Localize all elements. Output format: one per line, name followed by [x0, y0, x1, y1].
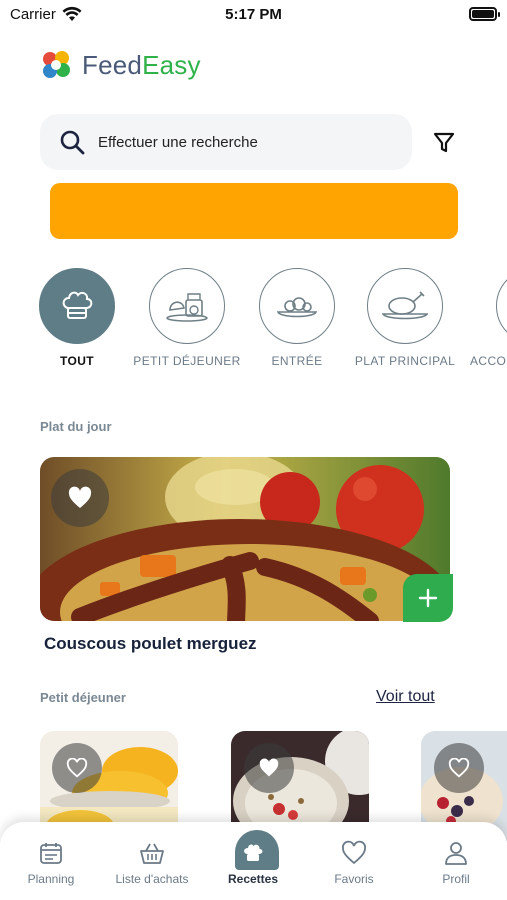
category-entree[interactable]: ENTRÉE	[242, 266, 352, 368]
app-logo: FeedEasy	[38, 46, 201, 84]
category-accompagnement[interactable]: ACCO	[458, 266, 507, 368]
breakfast-icon	[166, 293, 208, 322]
category-label: PLAT PRINCIPAL	[354, 354, 456, 368]
category-label: ENTRÉE	[271, 354, 323, 368]
category-tout[interactable]: TOUT	[22, 266, 132, 368]
category-breakfast-circle	[149, 268, 225, 344]
dish-name[interactable]: Couscous poulet merguez	[44, 634, 257, 654]
category-petit-dejeuner[interactable]: PETIT DÉJEUNER	[132, 266, 242, 368]
battery-icon	[469, 7, 500, 21]
chef-hat-icon	[62, 291, 93, 319]
search-bar[interactable]	[40, 114, 412, 170]
category-label: PETIT DÉJEUNER	[133, 354, 241, 368]
category-label: ACCO	[470, 354, 507, 368]
heart-icon	[342, 840, 366, 865]
tab-label: Favoris	[334, 872, 374, 886]
heart-outline-icon	[66, 758, 88, 778]
section-title-plat-du-jour: Plat du jour	[40, 419, 112, 434]
category-plat-principal[interactable]: PLAT PRINCIPAL	[350, 266, 460, 368]
tab-label: Planning	[27, 872, 75, 886]
tab-recipes[interactable]: Recettes	[203, 830, 303, 886]
category-carousel[interactable]: TOUT PETIT DÉJEUNER ENTRÉE PLAT PRINCIPA…	[0, 266, 507, 376]
tab-shopping-list[interactable]: Liste d'achats	[102, 840, 202, 886]
tab-label: Liste d'achats	[115, 872, 189, 886]
tab-favorites[interactable]: Favoris	[304, 840, 404, 886]
see-all-link[interactable]: Voir tout	[376, 688, 435, 706]
tab-label: Profil	[442, 872, 470, 886]
section-title-petit-dejeuner: Petit déjeuner	[40, 690, 126, 705]
plus-icon	[418, 588, 438, 608]
category-side-circle	[496, 268, 507, 344]
promo-banner[interactable]	[50, 183, 458, 239]
favorite-button[interactable]	[434, 743, 484, 793]
roast-chicken-icon	[381, 291, 429, 320]
bottom-tab-bar: Planning Liste d'achats Recettes Favoris	[0, 822, 507, 900]
tab-profile[interactable]: Profil	[406, 840, 506, 886]
tab-label: Recettes	[227, 872, 279, 886]
category-main-circle	[367, 268, 443, 344]
search-icon	[60, 130, 85, 155]
tab-planning[interactable]: Planning	[1, 840, 101, 886]
feedeasy-logo-icon	[43, 51, 70, 78]
category-entree-circle	[259, 268, 335, 344]
brand-name: FeedEasy	[82, 49, 201, 80]
favorite-button[interactable]	[52, 743, 102, 793]
add-to-plan-button[interactable]	[403, 574, 453, 622]
category-tout-circle	[39, 268, 115, 344]
filter-icon[interactable]	[430, 128, 458, 156]
favorite-button[interactable]	[51, 469, 109, 527]
basket-icon	[140, 843, 164, 864]
favorite-button[interactable]	[244, 743, 294, 793]
search-input[interactable]	[98, 133, 398, 151]
clock: 5:17 PM	[225, 6, 282, 23]
heart-outline-icon	[448, 758, 470, 778]
heart-filled-icon	[259, 758, 279, 777]
starter-plate-icon	[276, 297, 318, 318]
chef-hat-icon	[244, 844, 263, 861]
profile-icon	[445, 842, 467, 865]
calendar-icon	[40, 843, 62, 864]
heart-filled-icon	[68, 486, 92, 508]
category-label: TOUT	[59, 354, 95, 368]
status-bar: Carrier 5:17 PM	[0, 0, 507, 30]
